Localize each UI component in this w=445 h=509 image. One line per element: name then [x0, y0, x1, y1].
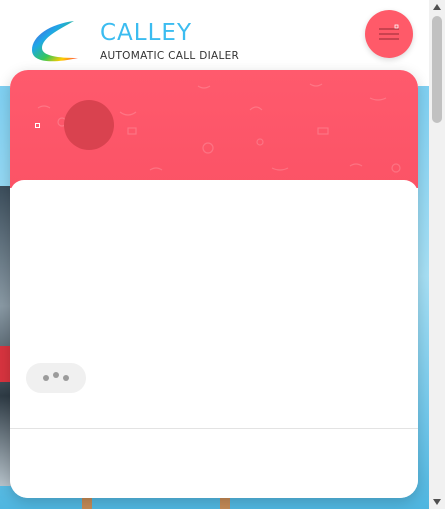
- background-post: [82, 497, 92, 509]
- chat-widget: [10, 70, 418, 498]
- page-scrollbar[interactable]: [429, 0, 445, 509]
- chat-input-area[interactable]: [10, 429, 418, 498]
- brand-subtitle: AUTOMATIC CALL DIALER: [100, 50, 240, 62]
- hamburger-menu-icon: [379, 24, 399, 40]
- chat-header-mini-icon: [35, 123, 40, 128]
- background-post: [220, 497, 230, 509]
- menu-button[interactable]: [365, 10, 413, 58]
- typing-indicator: [26, 363, 86, 393]
- chat-widget-header: [10, 70, 418, 188]
- typing-dot: [43, 375, 49, 381]
- brand-title: CALLEY: [100, 20, 193, 46]
- calley-logo-icon[interactable]: [28, 18, 82, 68]
- scroll-down-icon[interactable]: [429, 495, 445, 509]
- scroll-up-icon[interactable]: [429, 0, 445, 14]
- chat-messages-area[interactable]: [10, 180, 418, 428]
- scrollbar-thumb[interactable]: [432, 16, 442, 123]
- typing-dot: [53, 372, 59, 378]
- typing-dot: [63, 375, 69, 381]
- agent-avatar: [64, 100, 114, 150]
